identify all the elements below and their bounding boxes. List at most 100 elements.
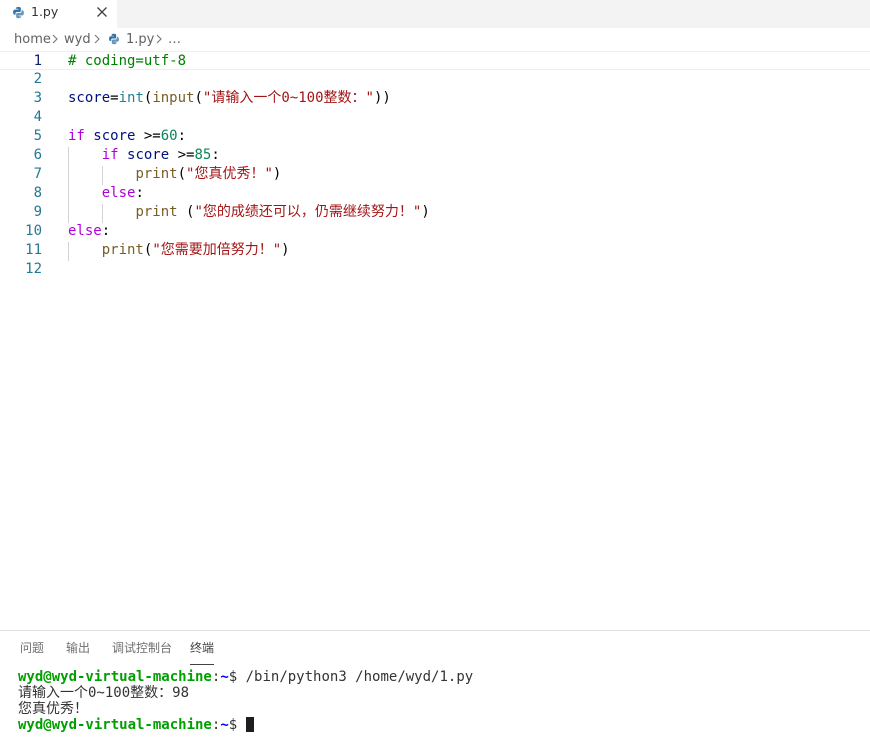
code-token: ( [177, 204, 195, 220]
tab-problems[interactable]: 问题 [20, 639, 44, 665]
code-token: input [152, 90, 195, 106]
line-number: 7 [33, 166, 42, 182]
code-text: print ("您的成绩还可以，仍需继续努力！") [68, 203, 430, 222]
code-line[interactable]: 5 if score >=60: [0, 127, 870, 146]
code-line[interactable]: 9 print ("您的成绩还可以，仍需继续努力！") [0, 203, 870, 222]
code-token: ) [421, 204, 430, 220]
tab-terminal[interactable]: 终端 [190, 639, 215, 665]
line-number: 6 [33, 147, 42, 163]
tab-debug-console[interactable]: 调试控制台 [112, 639, 172, 665]
code-token: ( [194, 90, 203, 106]
code-line[interactable]: 4 [0, 108, 870, 127]
code-text: score=int(input("请输入一个0~100整数：")) [68, 89, 391, 108]
line-number: 5 [33, 128, 42, 144]
code-token: "请输入一个0~100整数：" [202, 90, 374, 106]
terminal-prompt: $ [228, 717, 246, 733]
code-token: int [118, 90, 144, 106]
code-token: else [68, 223, 102, 239]
code-line[interactable]: 6 if score >=85: [0, 146, 870, 165]
breadcrumb-home[interactable]: home [14, 32, 51, 47]
code-token: score [127, 147, 170, 163]
code-line[interactable]: 12 [0, 260, 870, 279]
code-line[interactable]: 11 print("您需要加倍努力！") [0, 241, 870, 260]
code-text: # coding=utf-8 [68, 52, 186, 71]
code-text: print("您真优秀！") [68, 165, 281, 184]
code-token: : [177, 128, 187, 144]
line-number: 3 [33, 90, 42, 106]
terminal-command: /bin/python3 /home/wyd/1.py [245, 669, 474, 685]
code-line[interactable]: 10 else: [0, 222, 870, 241]
terminal-output-line: 请输入一个0~100整数：98 [18, 685, 190, 701]
code-text: else: [68, 184, 144, 203]
code-editor[interactable]: 1 # coding=utf-8 2 3 score=int(input("请输入一个0… [0, 50, 870, 630]
code-token: # coding=utf-8 [68, 53, 187, 69]
breadcrumb-file[interactable]: 1.py [126, 32, 154, 47]
chevron-right-icon [156, 34, 162, 44]
code-line[interactable]: 8 else: [0, 184, 870, 203]
terminal-prompt: $ [228, 669, 246, 685]
code-token: print [135, 204, 178, 220]
code-token: print [101, 242, 144, 258]
code-text: print("您需要加倍努力！") [68, 241, 290, 260]
chevron-right-icon [94, 34, 100, 44]
terminal-path: ~ [220, 717, 229, 733]
tab-output[interactable]: 输出 [66, 639, 90, 665]
chevron-right-icon [52, 34, 58, 44]
code-token: ) [281, 242, 290, 258]
breadcrumb-more[interactable]: … [168, 32, 181, 47]
code-token: "您的成绩还可以，仍需继续努力！" [194, 204, 422, 220]
code-text: if score >=85: [68, 146, 220, 165]
line-number: 4 [33, 109, 42, 125]
code-token: : [101, 223, 111, 239]
code-token: >= [169, 147, 195, 163]
code-token: : [211, 147, 220, 163]
breadcrumb: home wyd 1.py … [0, 28, 870, 50]
code-token: else [101, 185, 136, 201]
code-token: 85 [194, 147, 212, 163]
terminal-output[interactable]: wyd@wyd-virtual-machine:~$ /bin/python3 … [18, 669, 473, 733]
code-text: else: [68, 222, 110, 241]
code-line[interactable]: 2 [0, 70, 870, 89]
code-token: )) [373, 90, 391, 106]
tab-label: 1.py [31, 4, 59, 19]
code-token: ) [272, 166, 282, 182]
code-line[interactable]: 3 score=int(input("请输入一个0~100整数：")) [0, 89, 870, 108]
code-token: score [93, 128, 136, 144]
code-line[interactable]: 1 # coding=utf-8 [0, 51, 870, 70]
code-token: : [135, 185, 144, 201]
line-number: 1 [33, 53, 42, 69]
code-line[interactable]: 7 print("您真优秀！") [0, 165, 870, 184]
breadcrumb-wyd[interactable]: wyd [64, 32, 91, 47]
python-file-icon [13, 6, 24, 19]
code-token: "您真优秀！" [186, 166, 273, 182]
line-number: 2 [33, 71, 42, 87]
terminal-cursor [245, 717, 254, 732]
terminal-user: wyd@wyd-virtual-machine [18, 717, 212, 733]
code-text: if score >=60: [68, 127, 186, 146]
tab-1-py[interactable]: 1.py [0, 0, 117, 28]
code-token: print [135, 166, 178, 182]
bottom-panel: 问题 输出 调试控制台 终端 wyd@wyd-virtual-machine:~… [0, 630, 870, 747]
line-number: 11 [25, 242, 42, 258]
code-token: score [68, 90, 111, 106]
close-icon[interactable] [96, 6, 108, 18]
code-token: if [101, 147, 119, 163]
code-token: 60 [160, 128, 178, 144]
line-number: 9 [33, 204, 42, 220]
line-number: 12 [25, 261, 42, 277]
code-token: ( [177, 166, 187, 182]
python-file-icon [109, 33, 119, 45]
editor-tab-bar: 1.py [0, 0, 870, 28]
code-token: >= [135, 128, 161, 144]
code-token: "您需要加倍努力！" [152, 242, 282, 258]
terminal-path: ~ [220, 669, 229, 685]
terminal-output-line: 您真优秀！ [18, 701, 88, 717]
line-number: 10 [25, 223, 42, 239]
terminal-user: wyd@wyd-virtual-machine [18, 669, 212, 685]
